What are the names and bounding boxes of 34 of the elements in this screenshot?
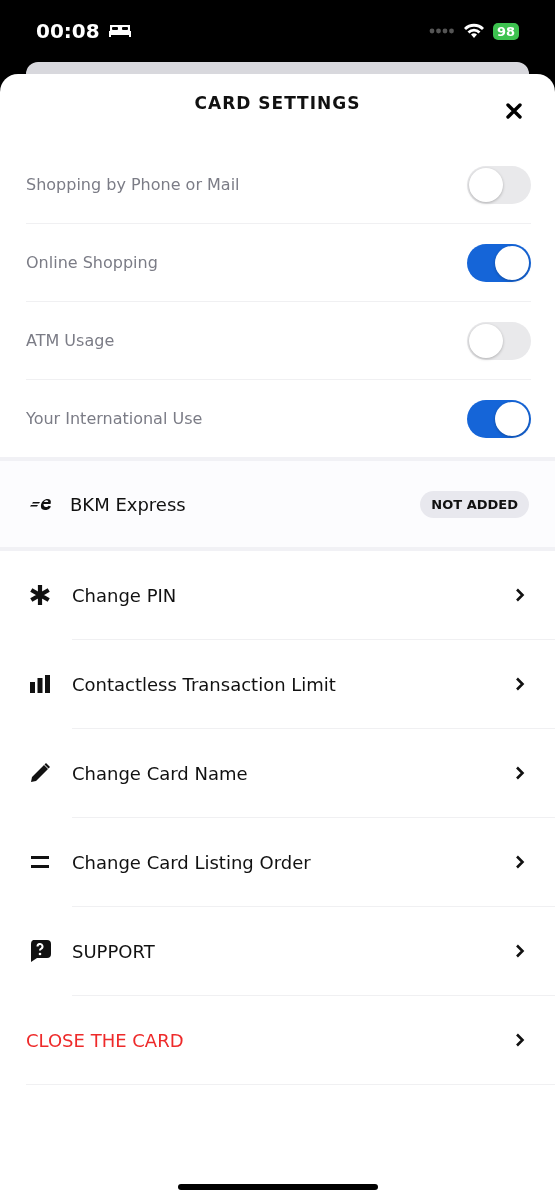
close-button[interactable] [503,100,525,122]
toggle-switch[interactable] [467,321,531,360]
status-time: 00:08 [36,19,100,43]
signal-icon [428,28,455,34]
menu-item[interactable]: CLOSE THE CARD [26,996,555,1085]
chevron-right-icon [515,1033,525,1047]
chevron-right-icon [515,588,525,602]
menu-item[interactable]: Change Card Listing Order [72,818,555,907]
setting-label: Your International Use [26,409,203,428]
chevron-right-icon [515,944,525,958]
menu-item[interactable]: Change PIN [72,551,555,640]
setting-label: ATM Usage [26,331,115,350]
chevron-right-icon [515,766,525,780]
setting-label: Online Shopping [26,253,158,272]
sheet-title: CARD SETTINGS [194,93,361,113]
status-badge: NOT ADDED [420,490,529,518]
chevron-right-icon [515,677,525,691]
setting-label: Shopping by Phone or Mail [26,175,240,194]
bkm-label: BKM Express [70,493,187,515]
chevron-right-icon [515,855,525,869]
toggle-switch[interactable] [467,165,531,204]
asterisk-icon [28,583,52,607]
bed-icon [107,23,132,39]
bar-chart-icon [28,672,52,696]
wifi-icon [462,23,485,39]
bkm-logo-icon [30,497,54,511]
help-chat-icon [28,939,52,963]
menu-item[interactable]: Change Card Name [72,729,555,818]
menu-item[interactable]: Contactless Transaction Limit [72,640,555,729]
toggle-switch[interactable] [467,243,531,282]
battery-indicator: 98 [492,22,519,40]
toggle-switch[interactable] [467,399,531,438]
menu-item[interactable]: SUPPORT [72,907,555,996]
pencil-icon [28,761,52,785]
